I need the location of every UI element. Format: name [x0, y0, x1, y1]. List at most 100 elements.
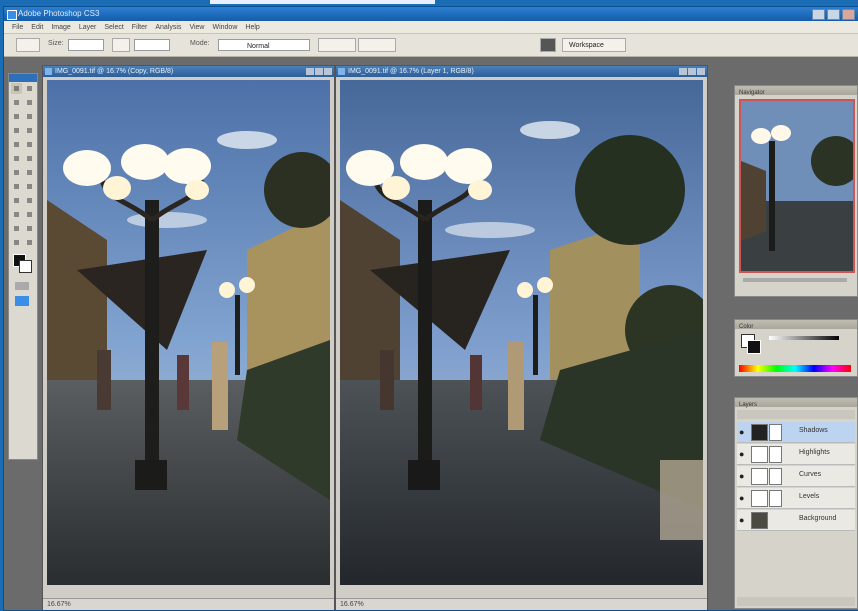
color-slider[interactable]: [769, 336, 839, 340]
layer-row[interactable]: ● Background: [737, 510, 855, 531]
zoom-tool-icon[interactable]: [24, 237, 35, 248]
mode-label: Mode:: [190, 40, 210, 47]
measure-tool-icon[interactable]: [24, 223, 35, 234]
3d-rotate-icon[interactable]: [11, 209, 22, 220]
image-canvas-right[interactable]: [340, 80, 703, 597]
brush-picker[interactable]: [112, 38, 130, 52]
menu-select[interactable]: Select: [104, 24, 123, 31]
tools-panel: [8, 73, 38, 460]
color-panel: Color: [734, 319, 858, 377]
doc-minimize-button[interactable]: [679, 68, 687, 75]
document-title-right: IMG_0091.tif @ 16.7% (Layer 1, RGB/8): [348, 68, 474, 75]
layer-row[interactable]: ● Levels: [737, 488, 855, 509]
eyedropper-icon[interactable]: [11, 223, 22, 234]
document-tab-left[interactable]: IMG_0091.tif @ 16.7% (Copy, RGB/8): [43, 66, 334, 77]
layers-panel: Layers ● Shadows ● Highlights ● Curves ● Lev…: [734, 397, 858, 609]
menu-image[interactable]: Image: [51, 24, 70, 31]
healing-brush-icon[interactable]: [11, 125, 22, 136]
eye-icon[interactable]: ●: [739, 449, 747, 459]
menu-edit[interactable]: Edit: [31, 24, 43, 31]
background-color-swatch[interactable]: [747, 340, 761, 354]
quick-select-tool-icon[interactable]: [24, 97, 35, 108]
size-field[interactable]: [68, 39, 104, 51]
history-brush-icon[interactable]: [24, 139, 35, 150]
doc-maximize-button[interactable]: [315, 68, 323, 75]
type-tool-icon[interactable]: [24, 181, 35, 192]
slice-tool-icon[interactable]: [24, 111, 35, 122]
eye-icon[interactable]: ●: [739, 471, 747, 481]
quick-mask-icon[interactable]: [15, 282, 29, 290]
color-swatches[interactable]: [13, 254, 37, 276]
doc-minimize-button[interactable]: [306, 68, 314, 75]
eye-icon[interactable]: ●: [739, 515, 747, 525]
layer-row[interactable]: ● Curves: [737, 466, 855, 487]
sample-all-layers-button[interactable]: [318, 38, 356, 52]
navigator-tab[interactable]: Navigator: [735, 86, 857, 96]
layer-row[interactable]: ● Highlights: [737, 444, 855, 465]
zoom-slider[interactable]: [743, 278, 847, 282]
document-window-right[interactable]: IMG_0091.tif @ 16.7% (Layer 1, RGB/8) 16…: [335, 65, 708, 610]
tools-panel-header[interactable]: [9, 74, 37, 82]
close-button[interactable]: [842, 9, 855, 20]
gradient-tool-icon[interactable]: [24, 153, 35, 164]
layers-footer-bar[interactable]: [737, 597, 855, 606]
lasso-tool-icon[interactable]: [11, 97, 22, 108]
screen-mode-icon[interactable]: [15, 296, 29, 306]
menu-help[interactable]: Help: [245, 24, 259, 31]
move-tool-icon[interactable]: [11, 83, 22, 94]
layer-mask-thumbnail[interactable]: [769, 468, 782, 485]
auto-enhance-button[interactable]: [358, 38, 396, 52]
brush-tool-icon[interactable]: [24, 125, 35, 136]
eraser-tool-icon[interactable]: [11, 153, 22, 164]
menu-file[interactable]: File: [12, 24, 23, 31]
document-icon: [45, 68, 52, 75]
navigator-thumbnail[interactable]: [739, 99, 855, 273]
mode-select[interactable]: Normal: [218, 39, 310, 51]
pen-tool-icon[interactable]: [11, 181, 22, 192]
layer-mask-thumbnail[interactable]: [769, 424, 782, 441]
workspace-button[interactable]: Workspace: [562, 38, 626, 52]
dodge-tool-icon[interactable]: [24, 167, 35, 178]
menu-window[interactable]: Window: [212, 24, 237, 31]
layer-row[interactable]: ● Shadows: [737, 422, 855, 443]
color-tab[interactable]: Color: [735, 320, 857, 330]
menu-view[interactable]: View: [189, 24, 204, 31]
notes-tool-icon[interactable]: [24, 209, 35, 220]
layer-thumbnail: [751, 424, 768, 441]
crop-tool-icon[interactable]: [11, 111, 22, 122]
window-titlebar: Adobe Photoshop CS3: [4, 7, 858, 21]
eye-icon[interactable]: ●: [739, 493, 747, 503]
layers-options-row[interactable]: [737, 410, 855, 419]
document-icon: [338, 68, 345, 75]
doc-close-button[interactable]: [697, 68, 705, 75]
eye-icon[interactable]: ●: [739, 427, 747, 437]
clone-stamp-icon[interactable]: [11, 139, 22, 150]
layer-thumbnail: [751, 512, 768, 529]
layer-mask-thumbnail[interactable]: [769, 446, 782, 463]
maximize-button[interactable]: [827, 9, 840, 20]
hand-tool-icon[interactable]: [11, 237, 22, 248]
angle-field[interactable]: [134, 39, 170, 51]
minimize-button[interactable]: [812, 9, 825, 20]
path-select-icon[interactable]: [11, 195, 22, 206]
menu-analysis[interactable]: Analysis: [155, 24, 181, 31]
palette-toggle-icon[interactable]: [540, 38, 556, 52]
marquee-tool-icon[interactable]: [24, 83, 35, 94]
image-canvas-left[interactable]: [47, 80, 330, 597]
layers-tab[interactable]: Layers: [735, 398, 857, 408]
shape-tool-icon[interactable]: [24, 195, 35, 206]
layer-thumbnail: [751, 490, 768, 507]
menu-filter[interactable]: Filter: [132, 24, 148, 31]
layer-mask-thumbnail[interactable]: [769, 490, 782, 507]
layer-thumbnail: [751, 468, 768, 485]
top-accent-bar: [210, 0, 435, 4]
blur-tool-icon[interactable]: [11, 167, 22, 178]
menu-layer[interactable]: Layer: [79, 24, 97, 31]
document-window-left[interactable]: IMG_0091.tif @ 16.7% (Copy, RGB/8) 16.67…: [42, 65, 335, 610]
window-title: Adobe Photoshop CS3: [18, 9, 100, 18]
document-tab-right[interactable]: IMG_0091.tif @ 16.7% (Layer 1, RGB/8): [336, 66, 707, 77]
color-spectrum-bar[interactable]: [739, 365, 851, 372]
doc-maximize-button[interactable]: [688, 68, 696, 75]
tool-preset-picker[interactable]: [16, 38, 40, 52]
doc-close-button[interactable]: [324, 68, 332, 75]
